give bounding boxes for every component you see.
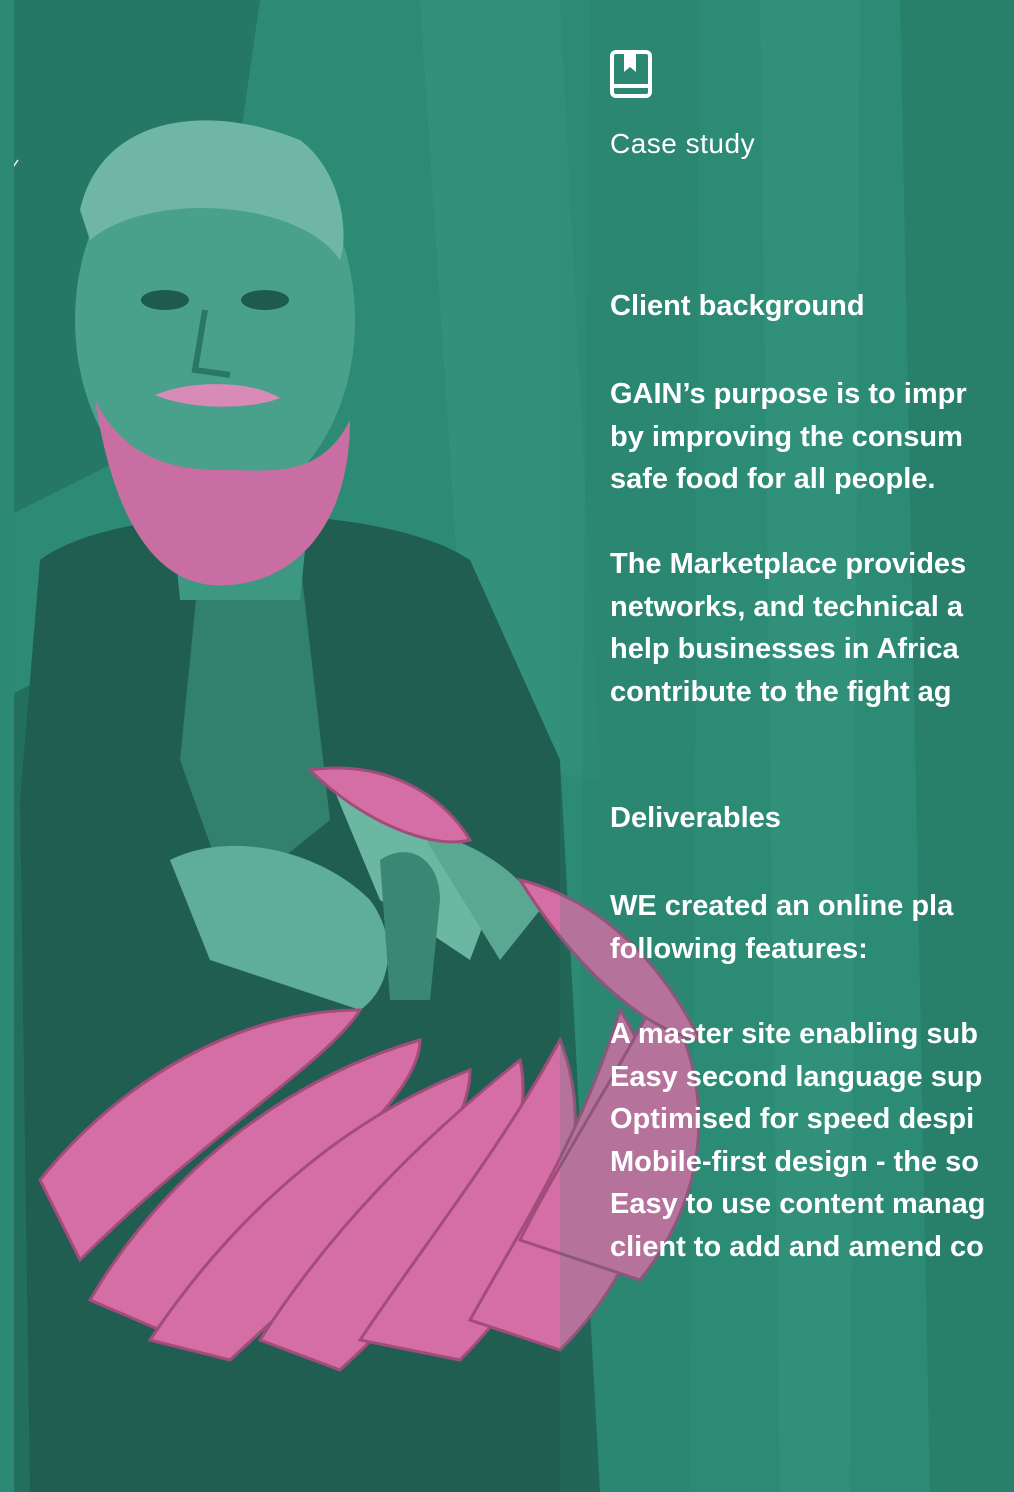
paragraph-line: safe food for all people. bbox=[610, 463, 936, 496]
deliverables-intro: WE created an online pla following featu… bbox=[610, 885, 953, 970]
feature-item: A master site enabling sub bbox=[610, 1018, 978, 1050]
feature-item: Mobile-first design - the so bbox=[610, 1145, 979, 1178]
line-rest: ’s purpose is to impr bbox=[682, 378, 967, 410]
paragraph-line: by improving the consum bbox=[610, 420, 963, 453]
deliverables-heading: Deliverables bbox=[610, 802, 781, 834]
we-lead: WE bbox=[610, 890, 657, 922]
paragraph-line: contribute to the fight ag bbox=[610, 675, 952, 708]
feature-item: Optimised for speed despi bbox=[610, 1103, 975, 1136]
gain-lead: GAIN bbox=[610, 378, 683, 410]
paragraph-line: networks, and technical a bbox=[610, 590, 963, 623]
paragraph-line: help businesses in Africa bbox=[610, 633, 959, 666]
paragraph-line: WE created an online pla bbox=[610, 885, 953, 928]
feature-item: client to add and amend co bbox=[610, 1230, 984, 1263]
feature-item: Easy to use content manag bbox=[610, 1188, 986, 1221]
case-study-text-column: Case study Client background GAIN’s purp… bbox=[610, 0, 1014, 1492]
paragraph-line: following features: bbox=[610, 932, 868, 965]
left-border-strip bbox=[0, 0, 14, 1492]
deliverables-feature-list: A master site enabling sub Easy second l… bbox=[610, 1013, 986, 1269]
client-background-heading: Client background bbox=[610, 290, 865, 322]
feature-item: Easy second language sup bbox=[610, 1060, 983, 1093]
client-background-paragraph-2: The Marketplace provides networks, and t… bbox=[610, 543, 966, 713]
line-rest: created an online pla bbox=[656, 890, 954, 922]
paragraph-line: The Marketplace provides bbox=[610, 548, 967, 580]
client-background-paragraph-1: GAIN’s purpose is to impr by improving t… bbox=[610, 373, 967, 501]
section-eyebrow: Case study bbox=[610, 128, 756, 159]
book-icon bbox=[610, 50, 652, 98]
paragraph-line: GAIN’s purpose is to impr bbox=[610, 373, 967, 416]
